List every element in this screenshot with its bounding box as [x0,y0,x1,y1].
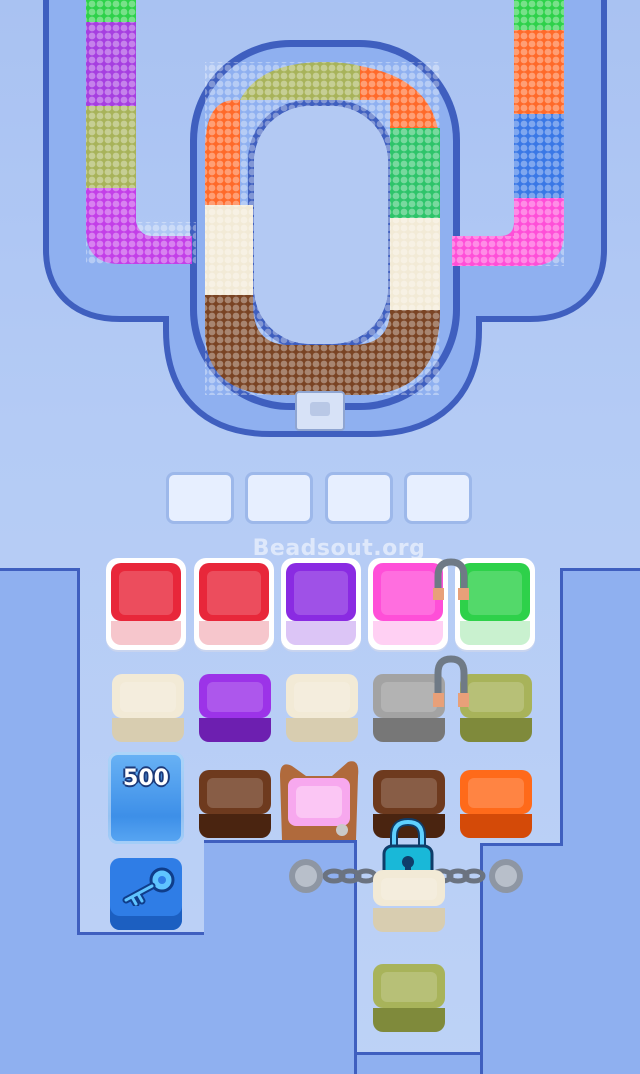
box-olive-2[interactable] [371,962,447,1034]
box-purple-1[interactable] [281,558,361,650]
empty-slot-4 [404,472,472,524]
ice-block[interactable]: 500 [108,752,184,844]
box-orange-1[interactable] [458,768,534,840]
key-box[interactable] [110,858,182,930]
box-red-2[interactable] [194,558,274,650]
box-cream-1[interactable] [110,672,186,744]
magnet-icon [433,558,469,600]
board-left-wall [0,568,80,1074]
board-bottom-left [77,932,207,1074]
box-cream-2[interactable] [284,672,360,744]
magnet-icon [433,655,469,707]
bead-track [43,0,607,437]
bag-box-pink[interactable] [276,756,362,842]
empty-slot-3 [325,472,393,524]
box-purple-2[interactable] [197,672,273,744]
box-cream-3[interactable] [371,870,447,934]
key-icon [122,867,175,906]
empty-slot-2 [245,472,313,524]
board-right-wall [560,568,640,1074]
box-red-1[interactable] [106,558,186,650]
box-brown-1[interactable] [197,768,273,840]
bag-icon [280,761,359,840]
empty-slot-1 [166,472,234,524]
ice-block-count: 500 [123,766,169,791]
